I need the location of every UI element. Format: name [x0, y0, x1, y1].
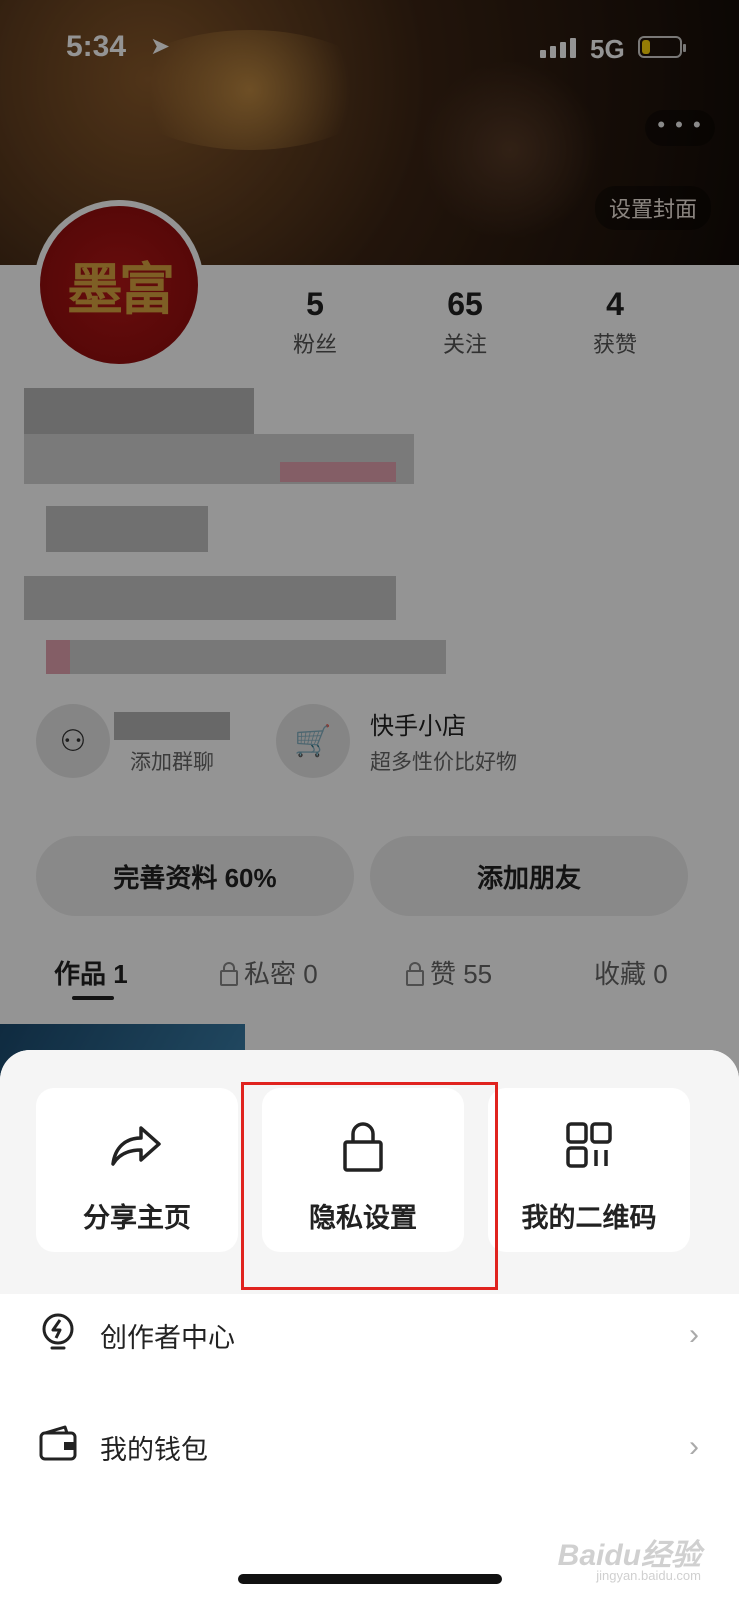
- chevron-right-icon: ›: [689, 1430, 699, 1463]
- share-icon: [36, 1122, 238, 1174]
- my-qr-code-card[interactable]: 我的二维码: [488, 1088, 690, 1252]
- watermark-url: jingyan.baidu.com: [596, 1568, 701, 1583]
- quick-actions: 分享主页 隐私设置 我的二维码: [0, 1050, 739, 1294]
- row-label: 我的钱包: [100, 1435, 208, 1465]
- card-label: 我的二维码: [521, 1203, 657, 1233]
- bottom-sheet: 分享主页 隐私设置 我的二维码 创作者中心 › 我的钱包 ›: [0, 1050, 739, 1600]
- wallet-row[interactable]: 我的钱包 ›: [0, 1394, 739, 1504]
- highlight-box: [241, 1082, 498, 1290]
- row-label: 创作者中心: [100, 1323, 235, 1353]
- creator-center-row[interactable]: 创作者中心 ›: [0, 1282, 739, 1392]
- chevron-right-icon: ›: [689, 1318, 699, 1351]
- card-label: 分享主页: [83, 1203, 191, 1233]
- qr-code-icon: [488, 1122, 690, 1174]
- share-profile-card[interactable]: 分享主页: [36, 1088, 238, 1252]
- home-indicator[interactable]: [238, 1574, 502, 1584]
- creator-bulb-icon: [42, 1313, 74, 1350]
- wallet-icon: [39, 1425, 77, 1461]
